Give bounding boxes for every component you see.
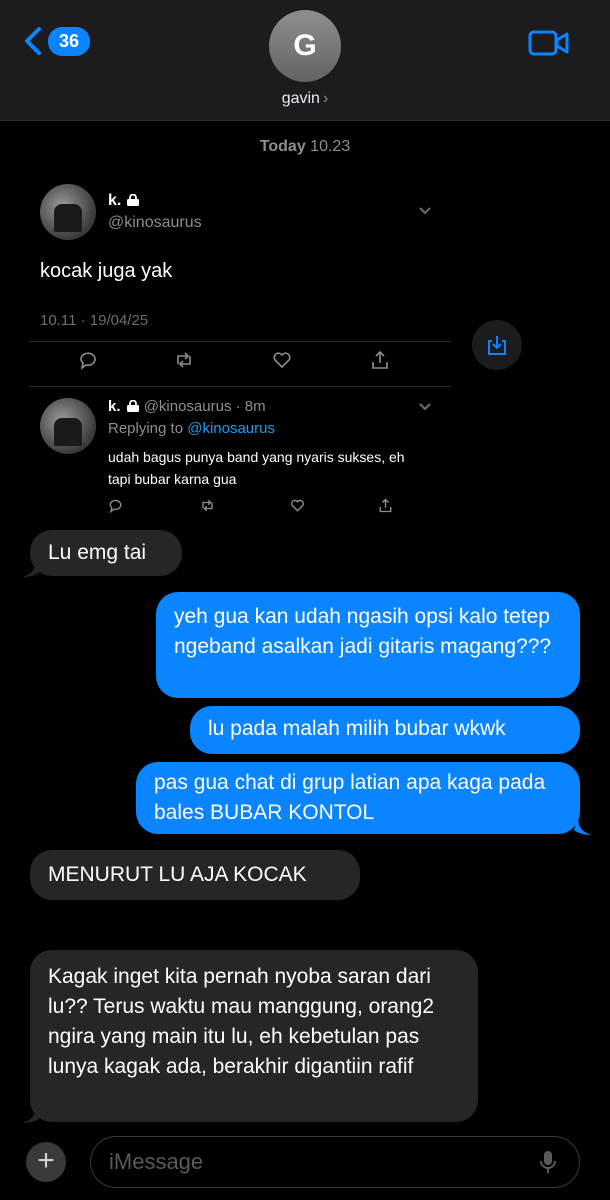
imessage-input[interactable]: [90, 1136, 580, 1188]
bubble-tail: [574, 818, 592, 835]
save-to-photos-button[interactable]: [472, 320, 522, 370]
tweet-timestamp: 10.11 · 19/04/25: [40, 312, 149, 329]
outgoing-message-bubble[interactable]: lu pada malah milih bubar wkwk: [190, 706, 580, 754]
contact-name: gavin: [281, 90, 320, 107]
message-text: lu pada malah milih bubar wkwk: [208, 717, 506, 740]
lock-icon: [127, 194, 140, 206]
reply-icon[interactable]: [78, 350, 98, 370]
tweet-author-name-text: k.: [108, 192, 122, 209]
chevron-down-icon[interactable]: [418, 206, 432, 216]
lock-icon: [126, 400, 139, 412]
timestamp-day: Today: [259, 138, 306, 155]
reply-icon[interactable]: [108, 498, 123, 513]
tweet-card[interactable]: k. @kinosaurus kocak juga yak 10.11 · 19…: [26, 168, 450, 520]
download-icon: [488, 336, 506, 355]
reply-actions: [108, 498, 392, 514]
incoming-message-bubble[interactable]: Kagak inget kita pernah nyoba saran dari…: [30, 950, 478, 1122]
share-icon[interactable]: [378, 498, 393, 513]
chevron-down-icon[interactable]: [418, 402, 432, 412]
replying-to: Replying to @kinosaurus: [108, 420, 275, 437]
timestamp-time: 10.23: [310, 138, 351, 155]
message-timestamp: Today 10.23: [0, 138, 610, 156]
share-icon[interactable]: [370, 350, 390, 370]
tweet-author-handle: @kinosaurus: [108, 214, 202, 231]
message-text: MENURUT LU AJA KOCAK: [48, 863, 307, 886]
tweet-author-name: k.: [108, 192, 140, 210]
back-button[interactable]: 36: [22, 26, 91, 56]
outgoing-message-bubble[interactable]: pas gua chat di grup latian apa kaga pad…: [136, 762, 580, 834]
bubble-tail: [22, 1106, 40, 1123]
conversation-header: 36 G gavin ›: [0, 0, 610, 121]
reply-author-avatar: [40, 398, 96, 454]
video-call-icon[interactable]: [528, 28, 570, 58]
message-text: Kagak inget kita pernah nyoba saran dari…: [48, 965, 435, 1078]
unread-count-badge: 36: [48, 26, 91, 56]
divider: [30, 386, 450, 387]
tweet-actions: [78, 350, 404, 372]
chevron-right-icon: ›: [322, 90, 329, 107]
replying-prefix: Replying to: [108, 420, 184, 437]
incoming-message-bubble[interactable]: MENURUT LU AJA KOCAK: [30, 850, 360, 900]
like-icon[interactable]: [272, 350, 292, 370]
retweet-icon[interactable]: [174, 350, 194, 370]
reply-text: udah bagus punya band yang nyaris sukses…: [108, 449, 405, 487]
like-icon[interactable]: [290, 498, 305, 513]
reply-author-name: k.: [108, 398, 121, 415]
replying-to-link[interactable]: @kinosaurus: [187, 420, 275, 437]
reply-author: k. @kinosaurus · 8m: [108, 398, 266, 415]
contact-avatar[interactable]: G: [269, 10, 341, 82]
contact-name-button[interactable]: gavin ›: [0, 90, 610, 108]
retweet-icon[interactable]: [200, 498, 215, 513]
bubble-tail: [22, 560, 40, 577]
reply-handle-time: @kinosaurus · 8m: [143, 398, 266, 415]
divider: [30, 341, 450, 342]
tweet-text: kocak juga yak: [40, 260, 173, 282]
outgoing-message-bubble[interactable]: yeh gua kan udah ngasih opsi kalo tetep …: [156, 592, 580, 698]
chevron-left-icon: [25, 27, 41, 55]
microphone-icon[interactable]: [540, 1150, 556, 1174]
message-text: Lu emg tai: [48, 541, 147, 564]
message-text: pas gua chat di grup latian apa kaga pad…: [154, 771, 546, 824]
message-text: yeh gua kan udah ngasih opsi kalo tetep …: [174, 605, 552, 658]
apps-plus-button[interactable]: +: [26, 1142, 66, 1182]
tweet-author-avatar: [40, 184, 96, 240]
incoming-message-bubble[interactable]: Lu emg tai: [30, 530, 182, 576]
